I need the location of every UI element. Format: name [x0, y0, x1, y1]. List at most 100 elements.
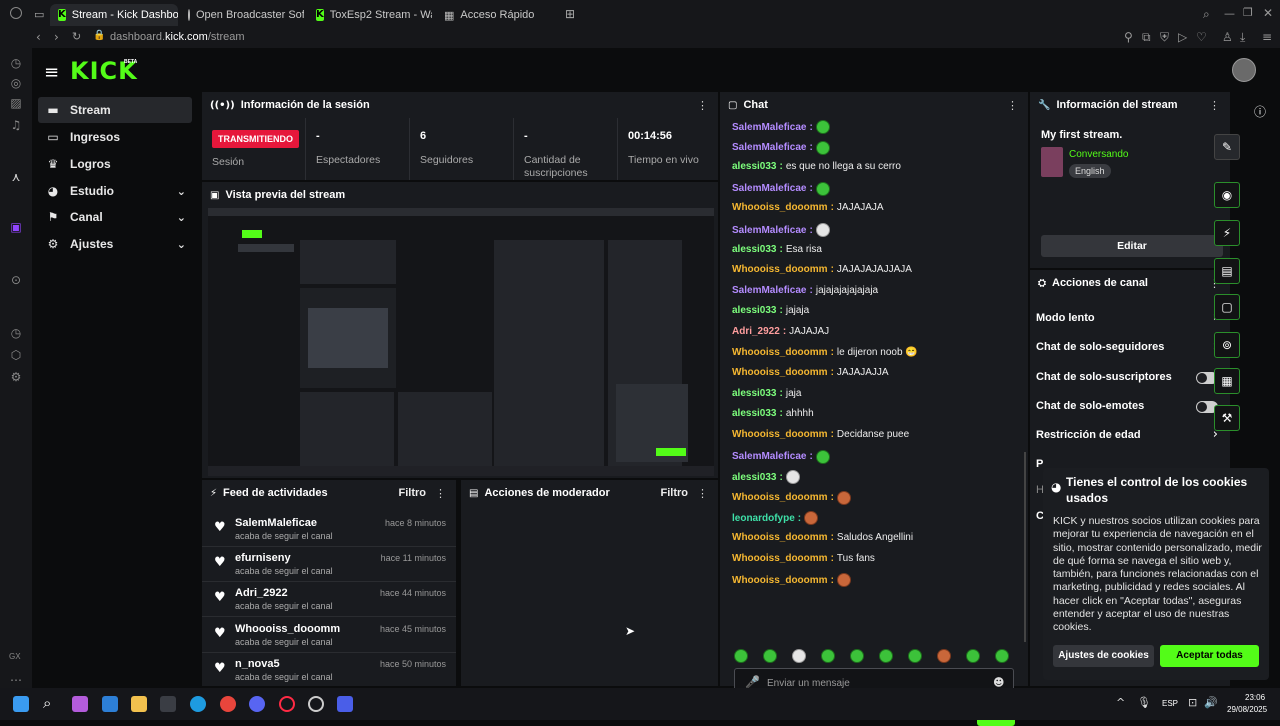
- search-tabs-icon[interactable]: ⌕: [1203, 7, 1210, 22]
- tab-acceso-rapido[interactable]: ▦ Acceso Rápido: [436, 4, 560, 26]
- nav-item-logros[interactable]: ♛ Logros: [38, 151, 192, 177]
- twitch-icon[interactable]: ▣: [8, 220, 24, 236]
- feed-user[interactable]: Whoooiss_dooomm: [235, 623, 340, 635]
- chat-username[interactable]: Whoooiss_dooomm: [732, 492, 828, 503]
- tray-expand-icon[interactable]: ^: [1116, 696, 1125, 709]
- cube-icon[interactable]: ⬡: [8, 348, 24, 364]
- target-icon[interactable]: ⊙: [8, 273, 24, 289]
- menu-icon[interactable]: ≡: [1262, 30, 1272, 44]
- chat-username[interactable]: SalemMaleficae: [732, 285, 807, 296]
- file-explorer-icon[interactable]: [131, 696, 147, 712]
- chat-username[interactable]: Whoooiss_dooomm: [732, 553, 828, 564]
- clock-time[interactable]: 23:06: [1245, 693, 1265, 702]
- chat-username[interactable]: SalemMaleficae: [732, 451, 807, 462]
- search-icon[interactable]: ⌕: [43, 694, 51, 712]
- obs-icon[interactable]: [308, 696, 324, 712]
- music-icon[interactable]: ♫: [8, 118, 24, 134]
- nav-item-canal[interactable]: ⚑ Canal ⌄: [38, 204, 192, 230]
- emote-shortcut-icon[interactable]: [966, 649, 980, 663]
- chat-username[interactable]: alessi033: [732, 388, 777, 399]
- feed-user[interactable]: n_nova5: [235, 658, 280, 670]
- recent-icon[interactable]: ◷: [8, 56, 24, 72]
- download-icon[interactable]: ⤓: [1240, 30, 1245, 45]
- heart-icon[interactable]: ♡: [1196, 30, 1207, 44]
- chat-username[interactable]: alessi033: [732, 408, 777, 419]
- chat-username[interactable]: Whoooiss_dooomm: [732, 264, 828, 275]
- feed-user[interactable]: SalemMaleficae: [235, 517, 317, 529]
- more-options-icon[interactable]: ⋮: [435, 487, 446, 500]
- chat-username[interactable]: SalemMaleficae: [732, 122, 807, 133]
- edge-icon[interactable]: [190, 696, 206, 712]
- emote-shortcut-icon[interactable]: [908, 649, 922, 663]
- emote-shortcut-icon[interactable]: [792, 649, 806, 663]
- more-options-icon[interactable]: ⋮: [697, 487, 708, 500]
- chat-username[interactable]: SalemMaleficae: [732, 142, 807, 153]
- chat-username[interactable]: Whoooiss_dooomm: [732, 347, 828, 358]
- security-icon[interactable]: [102, 696, 118, 712]
- back-icon[interactable]: ‹: [36, 30, 41, 44]
- chat-username[interactable]: alessi033: [732, 472, 777, 483]
- language-indicator[interactable]: ESP: [1162, 699, 1178, 708]
- chat-username[interactable]: leonardofype: [732, 513, 795, 524]
- reload-icon[interactable]: ↻: [72, 30, 81, 43]
- shield-icon[interactable]: ⛨: [1160, 30, 1169, 45]
- notes-tool[interactable]: ▤: [1214, 258, 1240, 284]
- tab-kick-dashboard[interactable]: K Stream - Kick Dashboard: [50, 4, 178, 26]
- broadcast-tool[interactable]: ⊚: [1214, 332, 1240, 358]
- chat-username[interactable]: Whoooiss_dooomm: [732, 575, 828, 586]
- tab-toxesp2[interactable]: K ToxEsp2 Stream - Watch: [308, 4, 432, 26]
- chat-username[interactable]: SalemMaleficae: [732, 183, 807, 194]
- emote-shortcut-icon[interactable]: [850, 649, 864, 663]
- chat-tool[interactable]: ▢: [1214, 294, 1240, 320]
- mod-filter-button[interactable]: Filtro: [661, 487, 689, 499]
- emote-shortcut-icon[interactable]: [879, 649, 893, 663]
- new-tab-icon[interactable]: ⊞: [565, 7, 575, 21]
- volume-icon[interactable]: 🔊: [1204, 696, 1218, 709]
- emote-shortcut-icon[interactable]: [821, 649, 835, 663]
- info-icon[interactable]: ⓘ: [1254, 103, 1266, 120]
- profile-icon[interactable]: ♙: [1222, 30, 1233, 44]
- ai-icon[interactable]: ◎: [8, 76, 24, 92]
- clock-date[interactable]: 29/08/2025: [1227, 705, 1267, 714]
- nav-item-stream[interactable]: ▬ Stream: [38, 97, 192, 123]
- emote-shortcut-icon[interactable]: [937, 649, 951, 663]
- emote-shortcut-icon[interactable]: [734, 649, 748, 663]
- stream-category[interactable]: Conversando: [1069, 149, 1128, 160]
- feed-user[interactable]: Adri_2922: [235, 587, 288, 599]
- feed-filter-button[interactable]: Filtro: [399, 487, 427, 499]
- more-options-icon[interactable]: ⋮: [697, 99, 708, 112]
- chat-username[interactable]: SalemMaleficae: [732, 225, 807, 236]
- app-icon[interactable]: [337, 696, 353, 712]
- opera-logo-icon[interactable]: [10, 7, 22, 19]
- mic-tray-icon[interactable]: 🎙: [1137, 696, 1151, 709]
- more-icon[interactable]: …: [8, 670, 24, 686]
- action-followers-only[interactable]: Chat de solo-seguidores: [1036, 341, 1224, 353]
- chat-username[interactable]: Whoooiss_dooomm: [732, 532, 828, 543]
- chat-username[interactable]: Whoooiss_dooomm: [732, 202, 828, 213]
- maximize-icon[interactable]: ❐: [1243, 6, 1253, 19]
- forward-icon[interactable]: ›: [54, 30, 59, 44]
- nav-item-ingresos[interactable]: ▭ Ingresos: [38, 124, 192, 150]
- action-slow-mode[interactable]: Modo lento: [1036, 312, 1224, 324]
- cookie-settings-button[interactable]: Ajustes de cookies: [1053, 645, 1154, 667]
- close-window-icon[interactable]: ✕: [1263, 6, 1273, 20]
- lightning-tool[interactable]: ⚡: [1214, 220, 1240, 246]
- stream-preview-video[interactable]: [208, 208, 714, 476]
- avatar[interactable]: [1232, 58, 1256, 82]
- pencil-tool[interactable]: ✎: [1214, 134, 1240, 160]
- copilot-icon[interactable]: [72, 696, 88, 712]
- wrench-tool[interactable]: ⚒: [1214, 405, 1240, 431]
- network-icon[interactable]: ⊡: [1188, 696, 1197, 709]
- cookie-accept-button[interactable]: Aceptar todas: [1160, 645, 1259, 667]
- tab-obs[interactable]: Open Broadcaster Softwa: [180, 4, 304, 26]
- gallery-icon[interactable]: ▨: [8, 96, 24, 112]
- chat-username[interactable]: alessi033: [732, 244, 777, 255]
- chat-scrollbar[interactable]: [1024, 452, 1026, 642]
- chat-username[interactable]: alessi033: [732, 161, 777, 172]
- camera-tool[interactable]: ◉: [1214, 182, 1240, 208]
- action-age-restriction[interactable]: Restricción de edad: [1036, 429, 1224, 441]
- history-icon[interactable]: ◷: [8, 326, 24, 342]
- play-icon[interactable]: ▷: [1178, 30, 1187, 44]
- windows-start-icon[interactable]: [13, 696, 29, 712]
- pin-icon[interactable]: ⚲: [1124, 30, 1133, 44]
